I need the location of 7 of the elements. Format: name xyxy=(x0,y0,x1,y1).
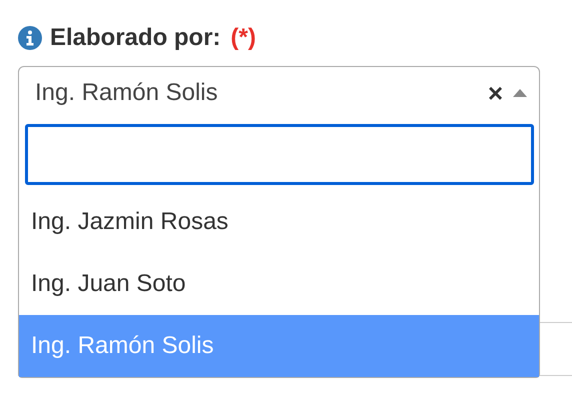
field-label: Elaborado por: xyxy=(50,24,221,52)
required-mark: (*) xyxy=(230,24,256,52)
info-icon xyxy=(18,26,42,50)
clear-button[interactable]: × xyxy=(488,80,503,106)
caret-up-icon xyxy=(513,88,527,96)
search-field[interactable] xyxy=(25,124,534,185)
select-field[interactable]: Ing. Ramón Solis × xyxy=(18,66,540,119)
